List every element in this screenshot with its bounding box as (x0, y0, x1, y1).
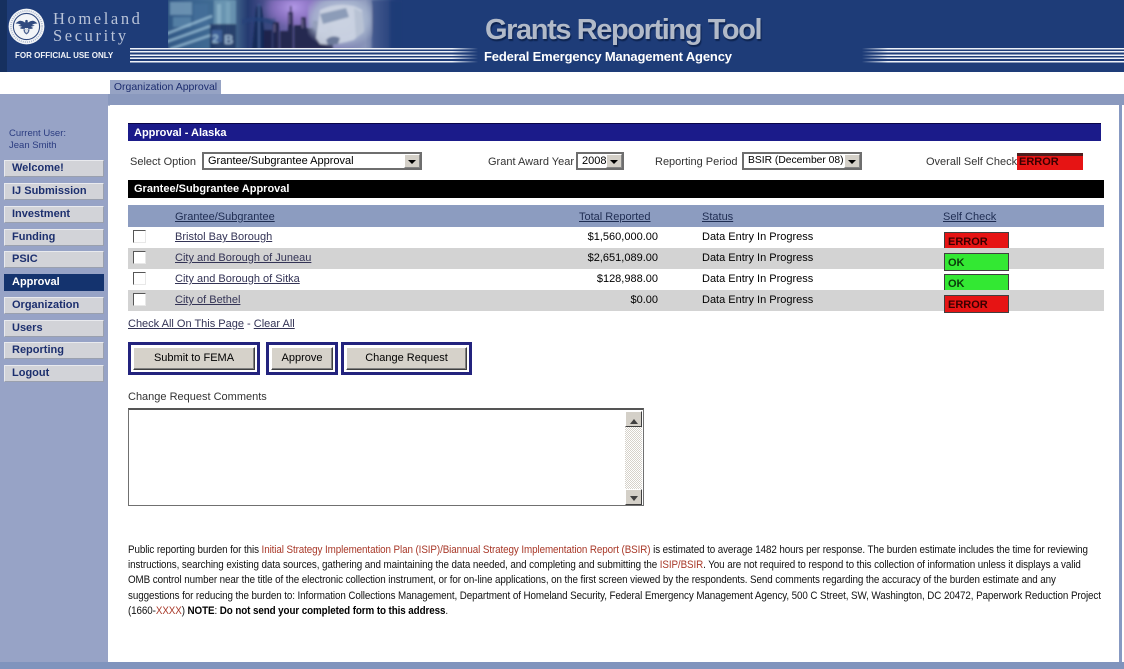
svg-text:B: B (224, 32, 233, 47)
svg-text:2: 2 (212, 32, 219, 46)
